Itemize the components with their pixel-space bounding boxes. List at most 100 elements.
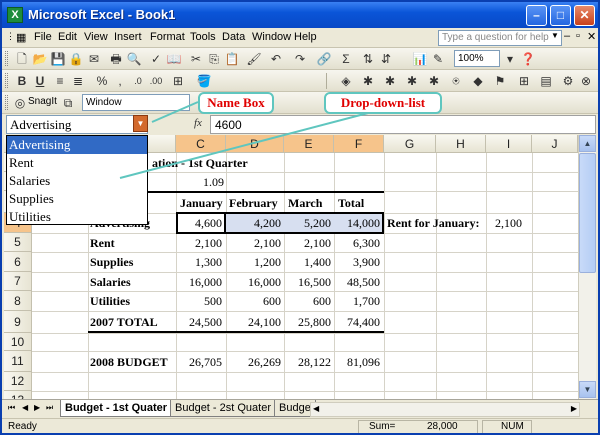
scroll-right-icon[interactable]: ▶ xyxy=(571,404,577,413)
spelling-icon[interactable]: ✓ xyxy=(148,51,164,67)
doc-close-button[interactable]: ✕ xyxy=(587,30,596,43)
menu-format[interactable]: Format xyxy=(150,31,185,43)
row-header-13[interactable]: 13 xyxy=(4,391,32,399)
list-item-utilities[interactable]: Utilities xyxy=(7,208,147,226)
percent-icon[interactable]: % xyxy=(94,73,110,89)
cell-d8[interactable]: 600 xyxy=(226,294,281,309)
zoom-dropdown-icon[interactable]: ▾ xyxy=(502,51,518,67)
format-painter-icon[interactable]: 🖌 xyxy=(246,51,262,67)
cell-f3[interactable]: Total xyxy=(338,196,364,211)
cell-b11[interactable]: 2008 BUDGET xyxy=(90,355,168,370)
reject-change-icon[interactable]: ◆ xyxy=(470,73,486,89)
row-header-6[interactable]: 6 xyxy=(4,252,32,272)
save-icon[interactable]: 💾 xyxy=(50,51,66,67)
menu-tools[interactable]: Tools xyxy=(190,31,216,43)
review-close-icon[interactable]: ⊗ xyxy=(578,73,594,89)
align-left-icon[interactable]: ≡ xyxy=(52,73,68,89)
cell-f5[interactable]: 6,300 xyxy=(334,236,380,251)
row-header-12[interactable]: 12 xyxy=(4,372,32,391)
cell-d7[interactable]: 16,000 xyxy=(226,275,281,290)
toolbar-grip-3[interactable] xyxy=(5,95,8,110)
list-item-supplies[interactable]: Supplies xyxy=(7,190,147,208)
menu-help[interactable]: Help xyxy=(294,31,317,43)
cell-c6[interactable]: 1,300 xyxy=(176,255,222,270)
accept-change-icon[interactable]: ⍟ xyxy=(448,73,464,89)
maximize-button[interactable]: □ xyxy=(550,5,571,26)
end-review-icon[interactable]: ⚙ xyxy=(560,73,576,89)
cell-title[interactable]: ation - 1st Quarter xyxy=(152,156,248,171)
copy-icon[interactable]: ⎘ xyxy=(206,51,222,67)
comma-icon[interactable]: , xyxy=(112,73,128,89)
col-header-h[interactable]: H xyxy=(436,135,486,153)
close-button[interactable]: ✕ xyxy=(574,5,595,26)
menu-insert[interactable]: Insert xyxy=(114,31,142,43)
cell-b6[interactable]: Supplies xyxy=(90,255,133,270)
cell-e4[interactable]: 5,200 xyxy=(284,216,331,231)
col-header-e[interactable]: E xyxy=(284,135,334,153)
menu-file[interactable]: File xyxy=(34,31,52,43)
print-icon[interactable]: 🖶 xyxy=(108,51,124,67)
cell-e11[interactable]: 28,122 xyxy=(284,355,331,370)
track-changes-icon[interactable]: ◈ xyxy=(338,73,354,89)
underline-icon[interactable]: U xyxy=(32,73,48,89)
cell-c11[interactable]: 26,705 xyxy=(176,355,222,370)
print-preview-icon[interactable]: 🔍 xyxy=(126,51,142,67)
cell-f11[interactable]: 81,096 xyxy=(334,355,380,370)
snagit-profile-select[interactable]: Window xyxy=(82,94,190,111)
scroll-left-icon[interactable]: ◀ xyxy=(313,404,319,413)
sort-descending-icon[interactable]: ⇵ xyxy=(378,51,394,67)
cell-e9[interactable]: 25,800 xyxy=(284,315,331,330)
tab-budget-1st-quarter[interactable]: Budget - 1st Quater xyxy=(60,400,173,417)
minimize-button[interactable]: – xyxy=(526,5,547,26)
cell-c9[interactable]: 24,500 xyxy=(176,315,222,330)
cell-e3[interactable]: March xyxy=(288,196,322,211)
help-search-input[interactable]: Type a question for help xyxy=(438,30,562,46)
cell-d5[interactable]: 2,100 xyxy=(226,236,281,251)
col-header-i[interactable]: I xyxy=(486,135,532,153)
cell-b8[interactable]: Utilities xyxy=(90,294,130,309)
cell-c8[interactable]: 500 xyxy=(176,294,222,309)
permission-icon[interactable]: 🔒 xyxy=(68,51,84,67)
autosum-icon[interactable]: Σ xyxy=(338,51,354,67)
previous-comment-icon[interactable]: ✱ xyxy=(404,73,420,89)
cell-f6[interactable]: 3,900 xyxy=(334,255,380,270)
first-sheet-icon[interactable]: ⏮ xyxy=(8,403,15,413)
borders-icon[interactable]: ⊞ xyxy=(170,73,186,89)
list-item-rent[interactable]: Rent xyxy=(7,154,147,172)
tab-budget-2nd-quarter[interactable]: Budget - 2st Quater xyxy=(170,400,276,417)
cell-d6[interactable]: 1,200 xyxy=(226,255,281,270)
formula-input[interactable]: 4600 xyxy=(210,115,596,134)
next-comment-icon[interactable]: ✱ xyxy=(382,73,398,89)
cell-e5[interactable]: 2,100 xyxy=(284,236,331,251)
drawing-icon[interactable]: ✎ xyxy=(430,51,446,67)
name-box-dropdown-icon[interactable]: ▼ xyxy=(133,115,148,132)
workbook-icon[interactable]: ▦ xyxy=(16,31,26,44)
bold-icon[interactable]: B xyxy=(14,73,30,89)
decrease-decimal-icon[interactable]: .00 xyxy=(148,73,164,89)
row-header-8[interactable]: 8 xyxy=(4,291,32,311)
snagit-icon[interactable]: ◎ xyxy=(12,95,28,111)
last-sheet-icon[interactable]: ⏭ xyxy=(46,403,53,413)
cell-f4[interactable]: 14,000 xyxy=(334,216,380,231)
reply-icon[interactable]: ✱ xyxy=(426,73,442,89)
review-pane-icon[interactable]: ▤ xyxy=(538,73,554,89)
cell-e7[interactable]: 16,500 xyxy=(284,275,331,290)
row-header-11[interactable]: 11 xyxy=(4,351,32,372)
increase-decimal-icon[interactable]: .0 xyxy=(130,73,146,89)
toolbar-grip[interactable] xyxy=(5,51,8,66)
cell-d9[interactable]: 24,100 xyxy=(226,315,281,330)
cell-c7[interactable]: 16,000 xyxy=(176,275,222,290)
insert-function-icon[interactable]: fx xyxy=(194,117,202,129)
row-header-9[interactable]: 9 xyxy=(4,311,32,333)
vertical-scrollbar[interactable]: ▲ ▼ xyxy=(578,135,596,399)
prev-sheet-icon[interactable]: ◀ xyxy=(22,403,28,412)
paste-icon[interactable]: 📋 xyxy=(224,51,240,67)
open-icon[interactable]: 📂 xyxy=(32,51,48,67)
cut-icon[interactable]: ✂ xyxy=(188,51,204,67)
delete-comment-icon[interactable]: ⚑ xyxy=(492,73,508,89)
chart-wizard-icon[interactable]: 📊 xyxy=(412,51,428,67)
cell-g4[interactable]: Rent for January: xyxy=(387,216,479,231)
menu-view[interactable]: View xyxy=(84,31,108,43)
col-header-g[interactable]: G xyxy=(384,135,436,153)
cell-c2[interactable]: 1.09 xyxy=(176,175,224,190)
